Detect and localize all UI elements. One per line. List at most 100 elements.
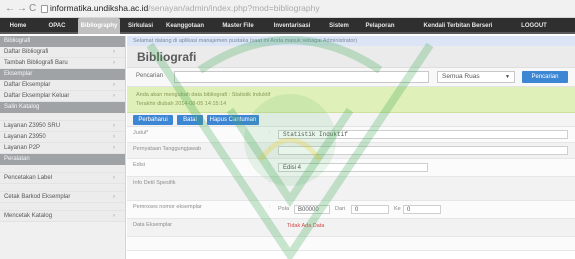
chevron-right-icon: › — [113, 213, 115, 219]
sidebar-item-label: Daftar Bibliografi — [4, 49, 49, 55]
chevron-right-icon: › — [113, 194, 115, 200]
sidebar-section-bibliografi: Bibliografi — [0, 36, 125, 47]
sidebar-item-cetak-barkod[interactable]: Cetak Barkod Eksemplar › — [0, 192, 125, 203]
caret-down-icon: ▼ — [505, 74, 510, 80]
sidebar-item-z3950[interactable]: Layanan Z3950 › — [0, 132, 125, 143]
edition-input[interactable]: Edisi 4 — [278, 163, 428, 172]
main-content: Selamat datang di aplikasi manajemen pus… — [127, 36, 575, 259]
chevron-right-icon: › — [113, 60, 115, 66]
field-label-edisi: Edisi — [133, 162, 145, 168]
field-label-data-eksemplar: Data Eksemplar — [133, 222, 173, 228]
url-host: informatika.undiksha.ac.id — [50, 3, 149, 13]
search-button[interactable]: Pencarian — [522, 71, 568, 83]
chevron-right-icon: › — [113, 49, 115, 55]
ke-label: Ke — [394, 206, 401, 212]
sidebar-spacer — [0, 184, 125, 192]
sidebar-item-label: Layanan P2P — [4, 145, 41, 151]
reload-icon[interactable]: C — [29, 3, 36, 15]
menu-opac[interactable]: OPAC — [42, 18, 72, 34]
sidebar-item-daftar-eksemplar[interactable]: Daftar Eksemplar › — [0, 80, 125, 91]
sidebar-item-label: Cetak Barkod Eksemplar — [4, 194, 71, 200]
menu-logout[interactable]: LOGOUT — [514, 18, 554, 34]
url-path: /senayan/admin/index.php?mod=bibliograph… — [148, 3, 320, 13]
menu-sirkulasi[interactable]: Sirkulasi — [123, 18, 158, 34]
field-colon: : — [269, 130, 271, 136]
update-button[interactable]: Perbaharui — [133, 115, 173, 125]
action-buttons: Perbaharui Batal Hapus Cantuman — [127, 113, 575, 127]
sidebar-item-p2p[interactable]: Layanan P2P › — [0, 143, 125, 154]
menu-kendali-terbitan-berseri[interactable]: Kendali Terbitan Berseri — [410, 18, 506, 34]
page-icon — [41, 5, 48, 13]
field-label-judul: Judul* — [133, 130, 149, 136]
form-row-info-detil: Info Detil Spesifik : — [127, 177, 575, 201]
sidebar-item-pencetakan-label[interactable]: Pencetakan Label › — [0, 173, 125, 184]
browser-toolbar: ← → C informatika.undiksha.ac.id/senayan… — [0, 0, 575, 18]
sidebar-item-label: Daftar Eksemplar — [4, 82, 51, 88]
sidebar-item-mencetak-katalog[interactable]: Mencetak Katalog › — [0, 211, 125, 222]
chevron-right-icon: › — [113, 134, 115, 140]
dari-input[interactable]: 0 — [351, 205, 389, 214]
pola-input[interactable]: B00000 — [294, 205, 330, 214]
field-label-pengarang: Pernyataan Tanggungjawab — [133, 146, 202, 152]
chevron-right-icon: › — [113, 175, 115, 181]
menu-home[interactable]: Home — [3, 18, 33, 34]
sidebar-item-daftar-bibliografi[interactable]: Daftar Bibliografi › — [0, 47, 125, 58]
chevron-right-icon: › — [113, 93, 115, 99]
welcome-bar: Selamat datang di aplikasi manajemen pus… — [127, 36, 575, 46]
dari-label: Dari — [335, 206, 346, 212]
page-title: Bibliografi — [127, 46, 575, 68]
sidebar-section-eksemplar: Eksemplar — [0, 69, 125, 80]
notice-timestamp: Terakhir diubah 2014-08-05 14:15:14 — [136, 101, 227, 107]
form-row-empty — [127, 237, 575, 251]
search-scope-value: Semua Ruas — [442, 73, 480, 80]
field-colon: : — [269, 180, 271, 186]
menu-master-file[interactable]: Master File — [215, 18, 261, 34]
chevron-right-icon: › — [113, 145, 115, 151]
field-colon: : — [269, 162, 271, 168]
sidebar: Bibliografi Daftar Bibliografi › Tambah B… — [0, 36, 126, 259]
sidebar-item-label: Pencetakan Label — [4, 175, 53, 181]
sidebar-item-label: Mencetak Katalog — [4, 213, 53, 219]
sidebar-item-label: Tambah Bibliografi Baru — [4, 60, 68, 66]
form-row-data-eksemplar: Data Eksemplar : Tidak Ada Data — [127, 219, 575, 237]
search-scope-select[interactable]: Semua Ruas ▼ — [437, 71, 515, 83]
menu-keanggotaan[interactable]: Keanggotaan — [162, 18, 208, 34]
pola-label: Pola — [278, 206, 290, 212]
form-row-pengarang: Pernyataan Tanggungjawab : — [127, 143, 575, 159]
field-colon: : — [269, 204, 271, 210]
sidebar-item-tambah-bibliografi[interactable]: Tambah Bibliografi Baru › — [0, 58, 125, 69]
form-row-judul: Judul* : Statistik Induktif — [127, 127, 575, 143]
sidebar-section-peralatan: Peralatan — [0, 154, 125, 165]
cancel-button[interactable]: Batal — [177, 115, 203, 125]
sidebar-section-salin-katalog: Salin Katalog — [0, 102, 125, 113]
address-bar[interactable]: informatika.undiksha.ac.id/senayan/admin… — [50, 3, 320, 14]
sidebar-item-label: Layanan Z3950 SRU — [4, 123, 61, 129]
search-bar: Pencarian Semua Ruas ▼ Pencarian — [127, 68, 575, 87]
ke-input[interactable]: 0 — [403, 205, 441, 214]
menu-sistem[interactable]: Sistem — [324, 18, 354, 34]
edit-notice: Anda akan mengubah data bibliografi : St… — [127, 87, 575, 113]
notice-message: Anda akan mengubah data bibliografi : St… — [136, 92, 271, 98]
sidebar-item-z3950-sru[interactable]: Layanan Z3950 SRU › — [0, 121, 125, 132]
delete-record-button[interactable]: Hapus Cantuman — [207, 115, 259, 125]
field-label-pola: Pemroses nomor eksemplar — [133, 204, 202, 210]
search-input[interactable] — [174, 71, 429, 83]
forward-icon[interactable]: → — [17, 3, 27, 15]
chevron-right-icon: › — [113, 82, 115, 88]
menu-bibliography[interactable]: Bibliography — [78, 18, 120, 34]
field-colon: : — [269, 222, 271, 228]
title-input[interactable]: Statistik Induktif — [278, 130, 568, 139]
field-colon: : — [269, 146, 271, 152]
back-icon[interactable]: ← — [5, 3, 15, 15]
sidebar-item-label: Daftar Eksemplar Keluar — [4, 93, 70, 99]
form-row-pola: Pemroses nomor eksemplar : Pola B00000 D… — [127, 201, 575, 219]
top-menu: Home OPAC Bibliography Sirkulasi Keanggo… — [0, 18, 575, 34]
form-row-edisi: Edisi : Edisi 4 — [127, 159, 575, 177]
sidebar-item-daftar-eksemplar-keluar[interactable]: Daftar Eksemplar Keluar › — [0, 91, 125, 102]
menu-inventarisasi[interactable]: Inventarisasi — [267, 18, 317, 34]
menu-pelaporan[interactable]: Pelaporan — [360, 18, 400, 34]
sidebar-item-label: Layanan Z3950 — [4, 134, 46, 140]
sidebar-spacer — [0, 165, 125, 173]
responsibility-input[interactable] — [278, 146, 568, 155]
chevron-right-icon: › — [113, 123, 115, 129]
